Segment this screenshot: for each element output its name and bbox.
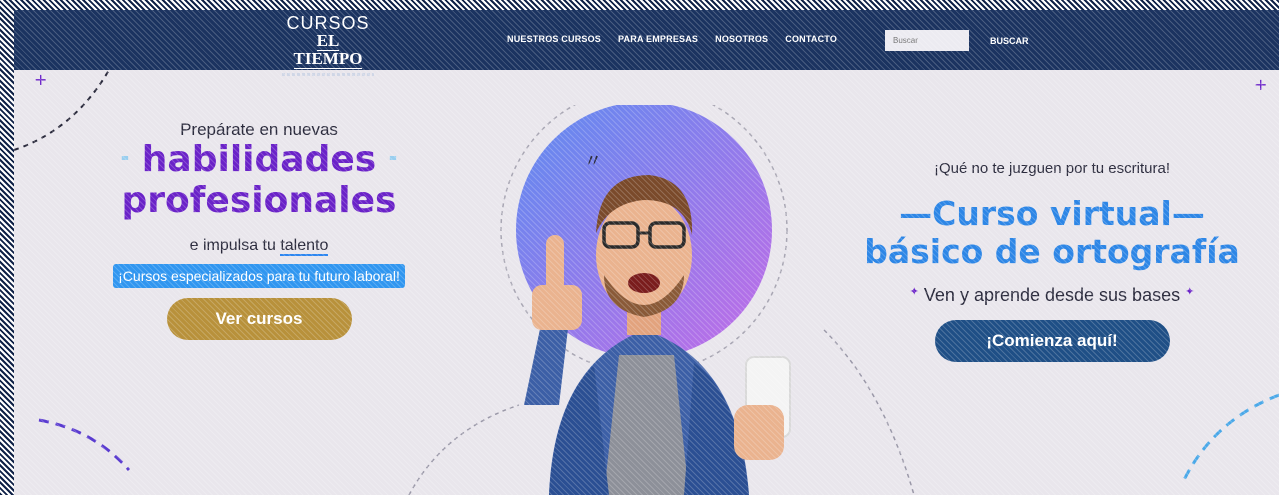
logo-text-cursos: CURSOS — [286, 13, 370, 33]
specialized-courses-badge: ¡Cursos especializados para tu futuro la… — [113, 264, 405, 288]
left-promo: Prepárate en nuevas ⁼ habilidades ⁼ prof… — [44, 120, 474, 340]
dash-decoration: — — [1171, 194, 1205, 233]
title-line-2: básico de ortografía — [864, 232, 1240, 271]
main-nav: NUESTROS CURSOS PARA EMPRESAS NOSOTROS C… — [507, 34, 837, 44]
svg-text:〃: 〃 — [584, 151, 602, 172]
sparkle-icon: ⁼ — [388, 151, 398, 170]
sparkle-icon: ✦ — [909, 286, 919, 298]
right-promo: ¡Qué no te juzguen por tu escritura! —Cu… — [852, 160, 1252, 362]
left-sub-line: e impulsa tu talento — [44, 237, 474, 256]
nav-nuestros-cursos[interactable]: NUESTROS CURSOS — [507, 34, 601, 44]
logo-tagline-decoration — [282, 73, 374, 76]
sub-highlight: talento — [280, 237, 329, 256]
search-button[interactable]: BUSCAR — [986, 30, 1033, 51]
left-pre-title: Prepárate en nuevas — [180, 120, 338, 139]
title-line-1: Curso virtual — [932, 194, 1172, 233]
headline-line-1: habilidades — [141, 139, 377, 180]
headline-line-2: profesionales — [121, 180, 397, 221]
sub-prefix: e impulsa tu — [189, 237, 281, 254]
dash-decoration: — — [899, 194, 933, 233]
left-headline: ⁼ habilidades ⁼ profesionales — [44, 140, 474, 221]
nav-contacto[interactable]: CONTACTO — [785, 34, 837, 44]
right-pre-title: ¡Qué no te juzguen por tu escritura! — [934, 160, 1170, 177]
ver-cursos-button[interactable]: Ver cursos — [166, 298, 352, 340]
sparkle-icon: + — [34, 70, 47, 89]
nav-para-empresas[interactable]: PARA EMPRESAS — [618, 34, 698, 44]
right-title: —Curso virtual— básico de ortografía — [852, 195, 1252, 271]
logo-text-el-tiempo: EL TIEMPO — [293, 31, 363, 69]
hero-frame: CURSOS EL TIEMPO NUESTROS CURSOS PARA EM… — [14, 10, 1279, 495]
right-subtitle: ✦ Ven y aprende desde sus bases ✦ — [852, 285, 1252, 306]
nav-nosotros[interactable]: NOSOTROS — [715, 34, 768, 44]
site-logo[interactable]: CURSOS EL TIEMPO — [282, 14, 374, 76]
subtitle-text: Ven y aprende desde sus bases — [923, 285, 1181, 305]
sparkle-icon: + — [1254, 75, 1267, 94]
top-navbar: CURSOS EL TIEMPO NUESTROS CURSOS PARA EM… — [14, 10, 1279, 76]
thumbs-up-person-illustration: 〃 — [500, 105, 791, 495]
sparkle-icon: ✦ — [1185, 286, 1195, 298]
comienza-aqui-button[interactable]: ¡Comienza aquí! — [934, 320, 1170, 362]
search-input[interactable] — [885, 30, 969, 51]
sparkle-icon: ⁼ — [120, 151, 130, 170]
